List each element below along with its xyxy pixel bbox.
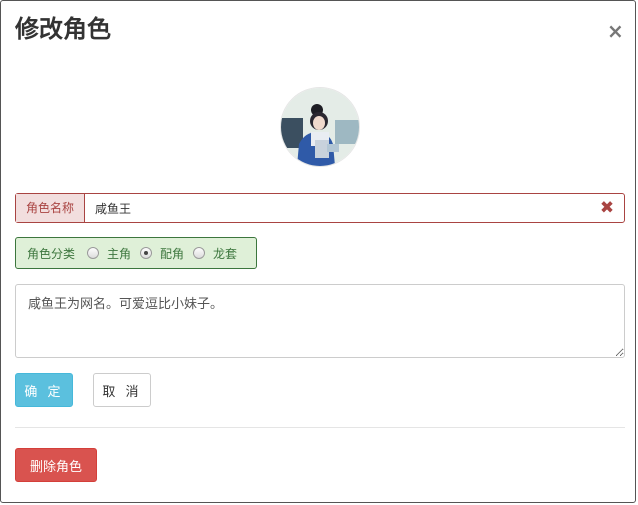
close-icon[interactable]: × [607,21,624,41]
cancel-button[interactable]: 取 消 [93,373,151,407]
role-category-label: 角色分类 [27,246,76,261]
role-name-input-group: 角色名称 ✖ [15,193,625,223]
radio-label-supporting: 配角 [160,246,185,261]
radio-label-extra: 龙套 [213,246,238,261]
clear-icon[interactable]: ✖ [599,200,615,217]
role-name-label: 角色名称 [16,194,85,222]
edit-role-modal: 修改角色 × 角色名称 ✖ 角色分类 主角 配角 [0,0,636,503]
role-name-input[interactable] [85,194,624,222]
confirm-button[interactable]: 确 定 [15,373,73,407]
radio-option-supporting[interactable]: 配角 [140,245,184,262]
avatar-photo-icon [281,88,359,166]
role-description-textarea[interactable]: 咸鱼王为网名。可爱逗比小妹子。 [15,284,625,358]
divider [15,427,625,428]
avatar[interactable] [280,87,360,167]
role-category-group: 角色分类 主角 配角 龙套 [15,237,257,269]
modal-title: 修改角色 [15,15,111,43]
radio-button-extra[interactable] [193,247,206,259]
radio-option-lead[interactable]: 主角 [87,245,131,262]
radio-label-lead: 主角 [107,246,132,261]
delete-role-button[interactable]: 删除角色 [15,448,97,482]
radio-option-extra[interactable]: 龙套 [193,245,237,262]
radio-button-supporting[interactable] [140,247,153,259]
radio-button-lead[interactable] [87,247,100,259]
